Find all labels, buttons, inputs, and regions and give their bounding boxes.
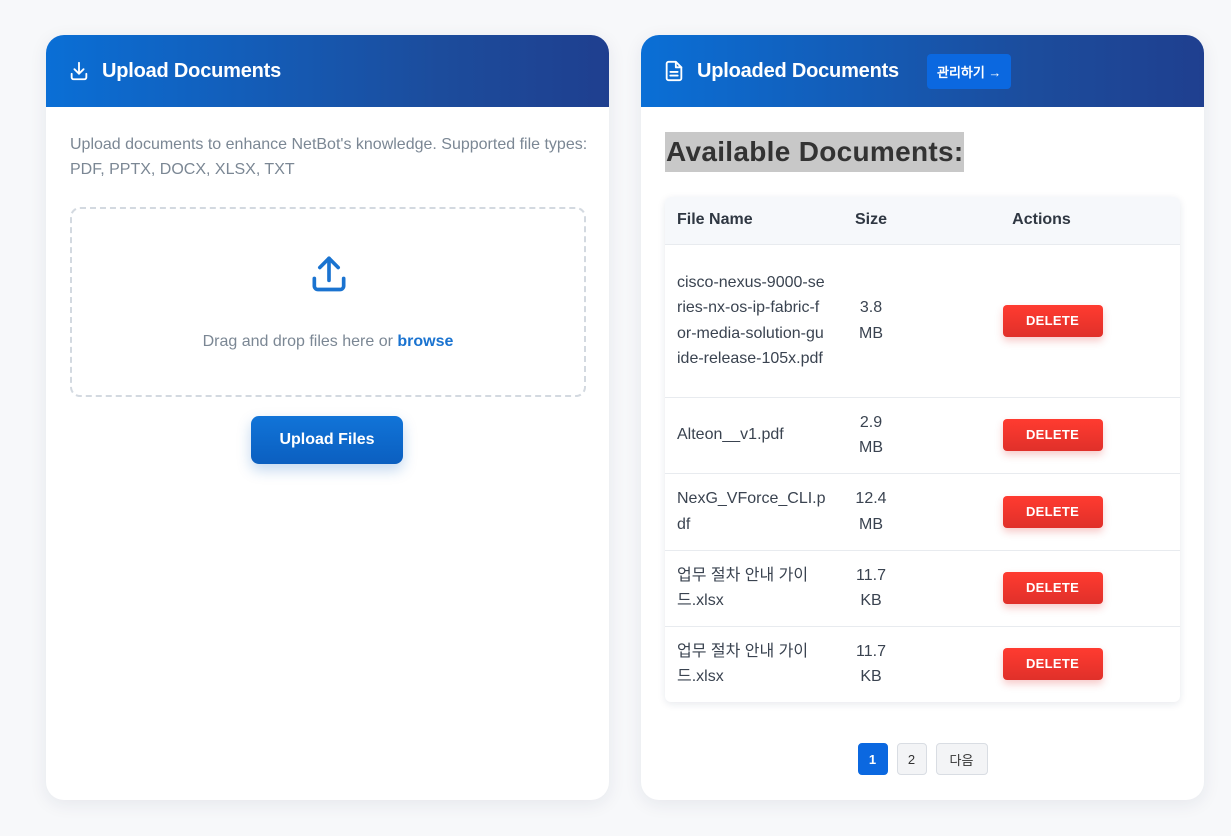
actions-cell: DELETE [903,472,1180,550]
dropzone-instruction: Drag and drop files here or [202,333,398,350]
documents-table-container: File Name Size Actions cisco-nexus-9000-… [665,197,1180,702]
table-header-row: File Name Size Actions [665,197,1180,244]
dropzone-text: Drag and drop files here or browse [72,333,584,351]
delete-button[interactable]: DELETE [1002,495,1103,528]
file-size-cell: 11.7 KB [839,549,903,626]
actions-cell: DELETE [903,625,1180,702]
upload-files-button[interactable]: Upload Files [251,416,403,464]
table-row: Alteon__v1.pdf 2.9 MB DELETE [665,396,1180,473]
next-page-button[interactable]: 다음 [935,743,988,775]
manage-button[interactable]: 관리하기 → [926,53,1012,89]
actions-cell: DELETE [903,243,1180,397]
file-size-cell: 12.4 MB [839,472,903,550]
file-size-cell: 11.7 KB [839,625,903,702]
upload-documents-card: Upload Documents Upload documents to enh… [46,35,609,800]
upload-description: Upload documents to enhance NetBot's kno… [70,136,588,178]
file-name-cell: NexG_VForce_CLI.pdf [665,472,839,550]
browse-link[interactable]: browse [397,333,453,350]
column-header-file-name: File Name [677,211,753,229]
table-row: 업무 절차 안내 가이드.xlsx 11.7 KB DELETE [665,625,1180,702]
upload-card-title: Upload Documents [102,59,282,82]
file-dropzone[interactable]: Drag and drop files here or browse [70,207,586,397]
uploaded-card-header: Uploaded Documents 관리하기 → [641,35,1204,107]
uploaded-documents-card: Uploaded Documents 관리하기 → Available Docu… [641,35,1204,800]
file-name-cell: 업무 절차 안내 가이드.xlsx [665,549,839,626]
actions-cell: DELETE [903,549,1180,626]
download-tray-icon [68,60,90,82]
file-name-cell: cisco-nexus-9000-series-nx-os-ip-fabric-… [665,243,839,397]
page-2-button[interactable]: 2 [896,743,927,775]
file-size-cell: 2.9 MB [839,396,903,473]
upload-tray-icon [307,251,351,295]
page-1-button[interactable]: 1 [857,743,888,775]
column-header-size: Size [854,211,887,229]
delete-button[interactable]: DELETE [1002,572,1103,604]
pagination: 1 2 다음 [641,743,1204,775]
available-documents-title: Available Documents: [665,132,965,172]
file-name-cell: Alteon__v1.pdf [665,396,839,473]
file-name-cell: 업무 절차 안내 가이드.xlsx [665,625,839,702]
uploaded-card-title: Uploaded Documents [697,59,899,82]
table-row: NexG_VForce_CLI.pdf 12.4 MB DELETE [665,472,1180,550]
documents-table: File Name Size Actions cisco-nexus-9000-… [665,197,1180,702]
table-row: cisco-nexus-9000-series-nx-os-ip-fabric-… [665,243,1180,397]
file-size-cell: 3.8 MB [839,243,903,397]
delete-button[interactable]: DELETE [1002,419,1103,451]
column-header-actions: Actions [1012,211,1071,229]
document-icon [663,60,685,82]
actions-cell: DELETE [903,396,1180,473]
upload-card-header: Upload Documents [46,35,609,107]
delete-button[interactable]: DELETE [1002,648,1103,681]
table-row: 업무 절차 안내 가이드.xlsx 11.7 KB DELETE [665,549,1180,626]
page: Upload Documents Upload documents to enh… [0,0,1231,836]
delete-button[interactable]: DELETE [1002,304,1103,337]
